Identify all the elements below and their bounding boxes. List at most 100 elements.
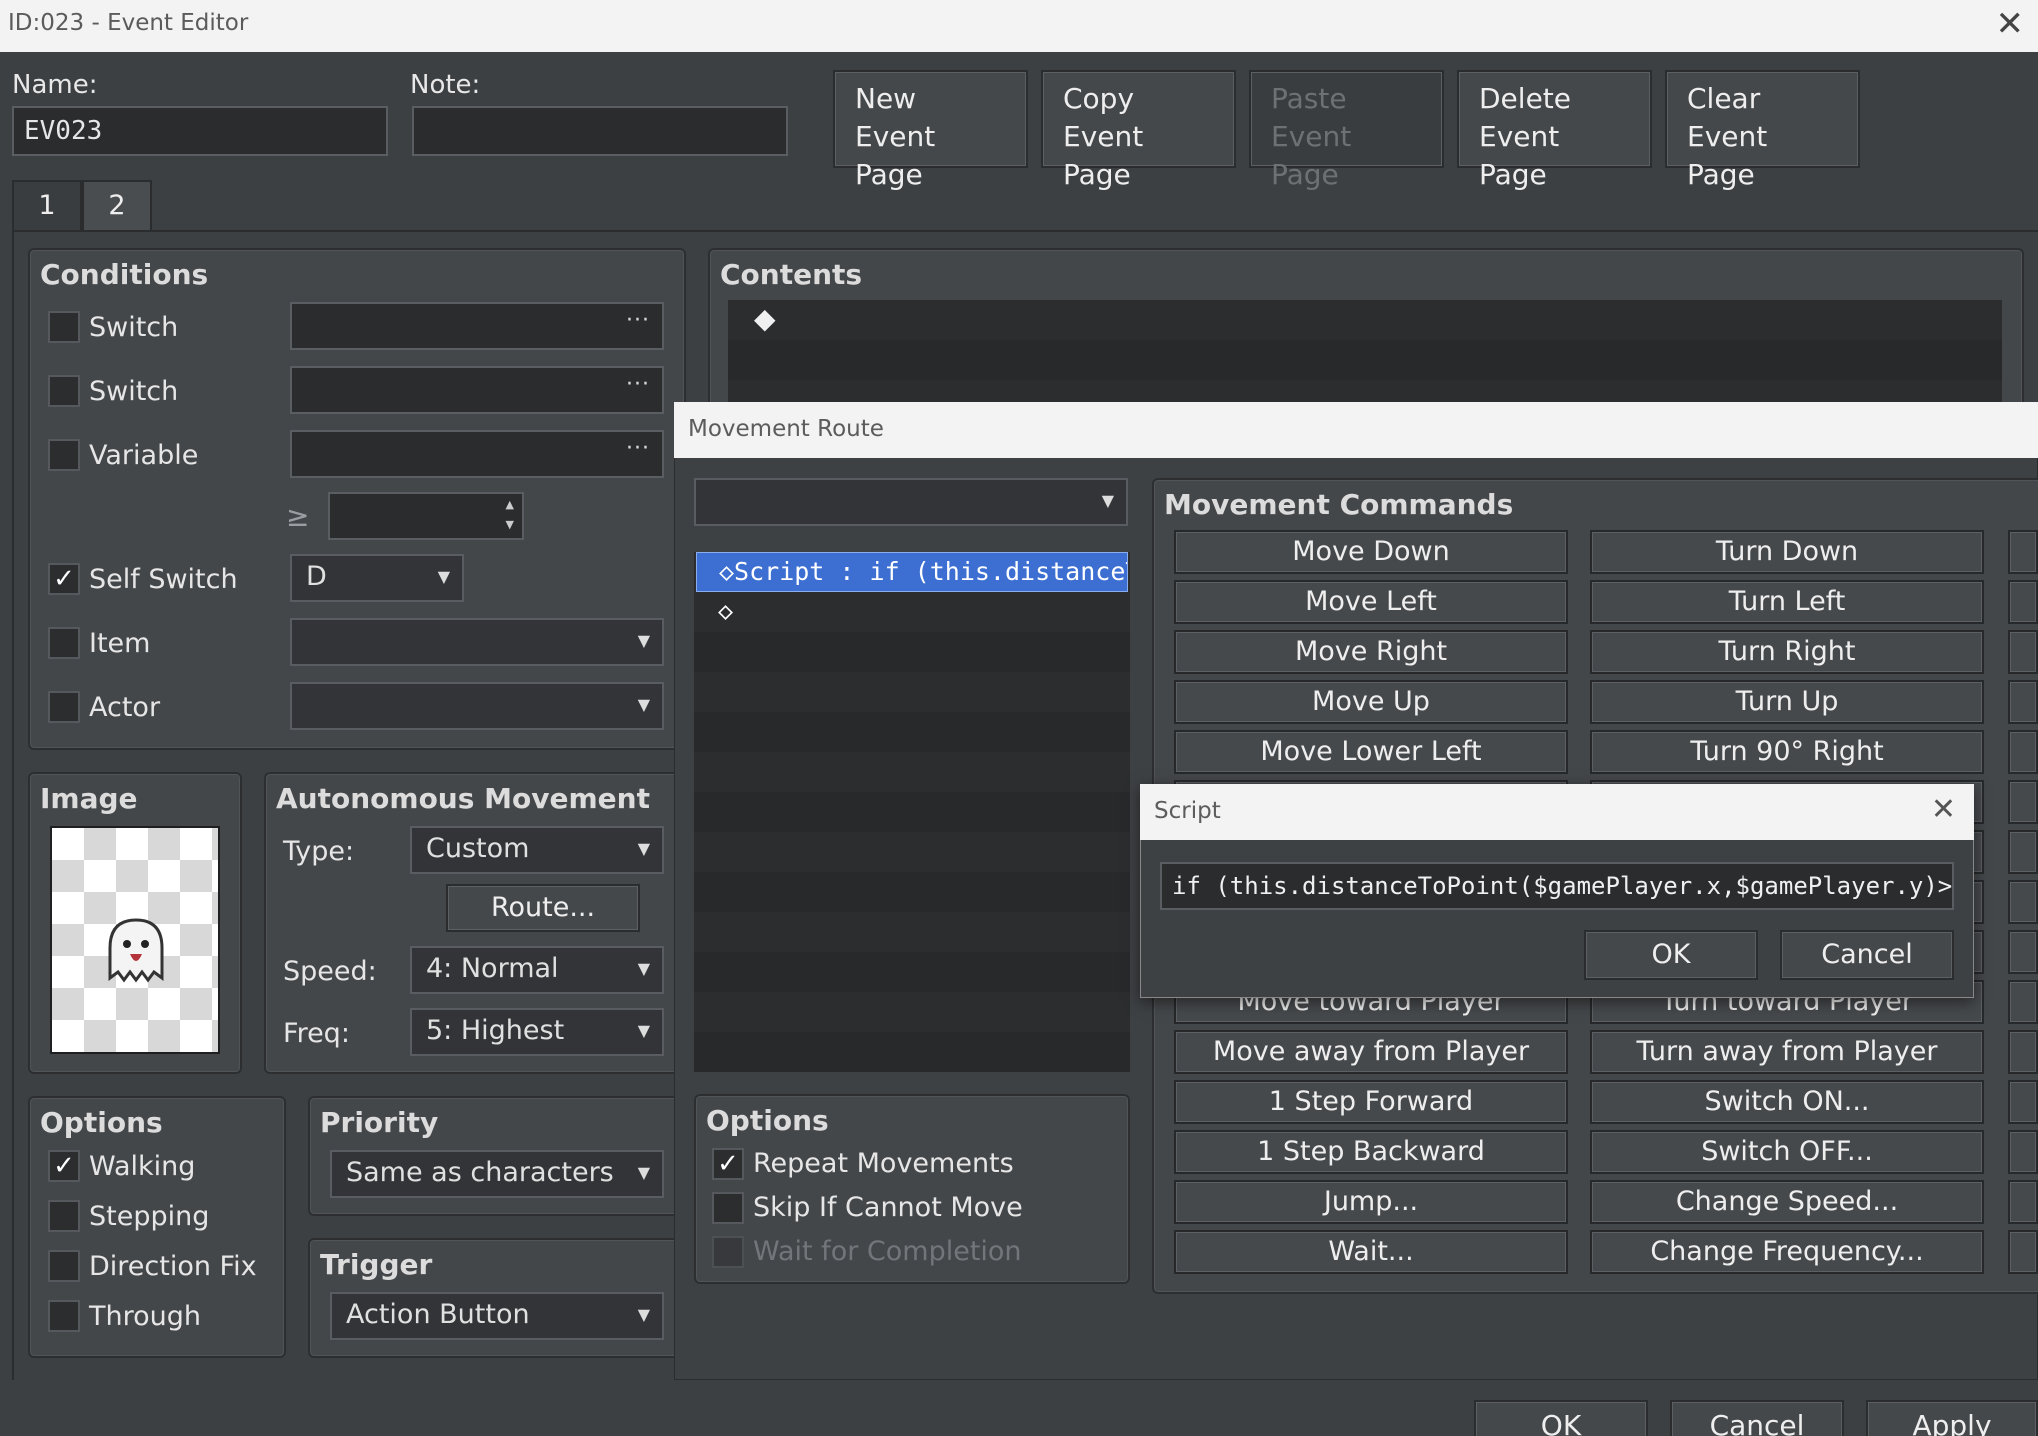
item-select[interactable]: ▼ — [290, 618, 664, 666]
step-backward-button[interactable]: 1 Step Backward — [1174, 1130, 1568, 1174]
third-column-button[interactable] — [2008, 730, 2038, 774]
new-event-page-button[interactable]: New Event Page — [833, 70, 1028, 191]
switch1-checkbox[interactable] — [48, 311, 80, 343]
ellipsis-icon: ··· — [626, 436, 650, 461]
switch2-selector[interactable]: ··· — [290, 366, 664, 414]
trigger-select[interactable]: Action Button ▼ — [330, 1292, 664, 1340]
turn-down-button[interactable]: Turn Down — [1590, 530, 1984, 574]
wait-for-completion-label: Wait for Completion — [753, 1236, 1022, 1267]
movement-type-select[interactable]: Custom ▼ — [410, 826, 664, 874]
move-right-button[interactable]: Move Right — [1174, 630, 1568, 674]
change-frequency-button[interactable]: Change Frequency... — [1590, 1230, 1984, 1274]
move-away-from-player-button[interactable]: Move away from Player — [1174, 1030, 1568, 1074]
list-item-selected[interactable]: ◇Script : if (this.distanceT··· — [696, 552, 1128, 592]
self-switch-select[interactable]: D ▼ — [290, 554, 464, 602]
third-column-button[interactable] — [2008, 1230, 2038, 1274]
direction-fix-checkbox[interactable] — [48, 1250, 80, 1282]
script-cancel-button[interactable]: Cancel — [1780, 930, 1954, 980]
name-input[interactable]: EV023 — [12, 106, 388, 156]
third-column-button[interactable] — [2008, 980, 2038, 1024]
contents-title: Contents — [720, 258, 863, 291]
copy-event-page-button[interactable]: Copy Event Page — [1041, 70, 1236, 191]
third-column-button[interactable] — [2008, 1180, 2038, 1224]
event-image-preview[interactable] — [50, 826, 220, 1054]
wait-for-completion-checkbox[interactable] — [712, 1236, 744, 1268]
list-item[interactable]: ◇ — [696, 592, 1128, 632]
tab-page-2[interactable]: 2 — [82, 180, 152, 232]
contents-list[interactable]: ◆ — [728, 300, 2002, 410]
third-column-button[interactable] — [2008, 680, 2038, 724]
third-column-button[interactable] — [2008, 630, 2038, 674]
ok-button[interactable]: OK — [1474, 1400, 1648, 1436]
turn-up-button[interactable]: Turn Up — [1590, 680, 1984, 724]
stepping-checkbox[interactable] — [48, 1200, 80, 1232]
third-column-button[interactable] — [2008, 530, 2038, 574]
variable-checkbox[interactable] — [48, 439, 80, 471]
frequency-select[interactable]: 5: Highest ▼ — [410, 1008, 664, 1056]
turn-right-button[interactable]: Turn Right — [1590, 630, 1984, 674]
variable-selector[interactable]: ··· — [290, 430, 664, 478]
item-checkbox[interactable] — [48, 627, 80, 659]
contents-item-bullet[interactable]: ◆ — [754, 302, 776, 335]
cancel-button[interactable]: Cancel — [1670, 1400, 1844, 1436]
close-icon[interactable]: ✕ — [1931, 792, 1956, 827]
move-lower-left-button[interactable]: Move Lower Left — [1174, 730, 1568, 774]
window-titlebar: ID:023 - Event Editor ✕ — [0, 0, 2038, 52]
switch2-label: Switch — [89, 376, 179, 407]
paste-event-page-button[interactable]: Paste Event Page — [1249, 70, 1444, 191]
change-speed-button[interactable]: Change Speed... — [1590, 1180, 1984, 1224]
tab-page-1[interactable]: 1 — [12, 180, 82, 232]
switch1-selector[interactable]: ··· — [290, 302, 664, 350]
movement-type-value: Custom — [426, 833, 530, 864]
third-column-button[interactable] — [2008, 930, 2038, 974]
skip-if-cannot-move-label: Skip If Cannot Move — [753, 1192, 1023, 1223]
clear-event-page-button[interactable]: Clear Event Page — [1665, 70, 1860, 191]
through-checkbox[interactable] — [48, 1300, 80, 1332]
apply-button[interactable]: Apply — [1866, 1400, 2038, 1436]
third-column-button[interactable] — [2008, 580, 2038, 624]
step-forward-button[interactable]: 1 Step Forward — [1174, 1080, 1568, 1124]
third-column-button[interactable] — [2008, 780, 2038, 824]
spin-down-icon[interactable]: ▼ — [506, 518, 514, 531]
route-button[interactable]: Route... — [446, 884, 640, 932]
chevron-down-icon: ▼ — [637, 839, 650, 858]
jump-button[interactable]: Jump... — [1174, 1180, 1568, 1224]
close-icon[interactable]: ✕ — [1996, 4, 2025, 44]
skip-if-cannot-move-checkbox[interactable] — [712, 1192, 744, 1224]
repeat-movements-checkbox[interactable]: ✓ — [712, 1148, 744, 1180]
spin-up-icon[interactable]: ▲ — [506, 498, 514, 511]
script-ok-button[interactable]: OK — [1584, 930, 1758, 980]
third-column-button[interactable] — [2008, 1080, 2038, 1124]
third-column-button[interactable] — [2008, 1030, 2038, 1074]
third-column-button[interactable] — [2008, 1130, 2038, 1174]
wait-button[interactable]: Wait... — [1174, 1230, 1568, 1274]
note-input[interactable] — [412, 106, 788, 156]
route-command-list[interactable]: ◇Script : if (this.distanceT··· ◇ — [694, 552, 1130, 1072]
actor-checkbox[interactable] — [48, 691, 80, 723]
window-title: ID:023 - Event Editor — [8, 10, 249, 36]
move-down-button[interactable]: Move Down — [1174, 530, 1568, 574]
actor-select[interactable]: ▼ — [290, 682, 664, 730]
move-up-button[interactable]: Move Up — [1174, 680, 1568, 724]
turn-left-button[interactable]: Turn Left — [1590, 580, 1984, 624]
turn-away-from-player-button[interactable]: Turn away from Player — [1590, 1030, 1984, 1074]
third-column-button[interactable] — [2008, 880, 2038, 924]
priority-select[interactable]: Same as characters ▼ — [330, 1150, 664, 1198]
third-column-button[interactable] — [2008, 830, 2038, 874]
variable-label: Variable — [89, 440, 199, 471]
switch-off-button[interactable]: Switch OFF... — [1590, 1130, 1984, 1174]
walking-checkbox[interactable]: ✓ — [48, 1150, 80, 1182]
route-target-select[interactable]: ▼ — [694, 478, 1128, 526]
switch-on-button[interactable]: Switch ON... — [1590, 1080, 1984, 1124]
script-input[interactable]: if (this.distanceToPoint($gamePlayer.x,$… — [1160, 862, 1954, 910]
turn-90-right-button[interactable]: Turn 90° Right — [1590, 730, 1984, 774]
self-switch-checkbox[interactable]: ✓ — [48, 563, 80, 595]
delete-event-page-button[interactable]: Delete Event Page — [1457, 70, 1652, 191]
move-left-button[interactable]: Move Left — [1174, 580, 1568, 624]
chevron-down-icon: ▼ — [437, 567, 450, 586]
speed-select[interactable]: 4: Normal ▼ — [410, 946, 664, 994]
variable-value-spinner[interactable]: ▲ ▼ — [328, 492, 524, 540]
switch2-checkbox[interactable] — [48, 375, 80, 407]
stepping-label: Stepping — [89, 1201, 210, 1232]
movement-route-title: Movement Route — [688, 416, 884, 442]
